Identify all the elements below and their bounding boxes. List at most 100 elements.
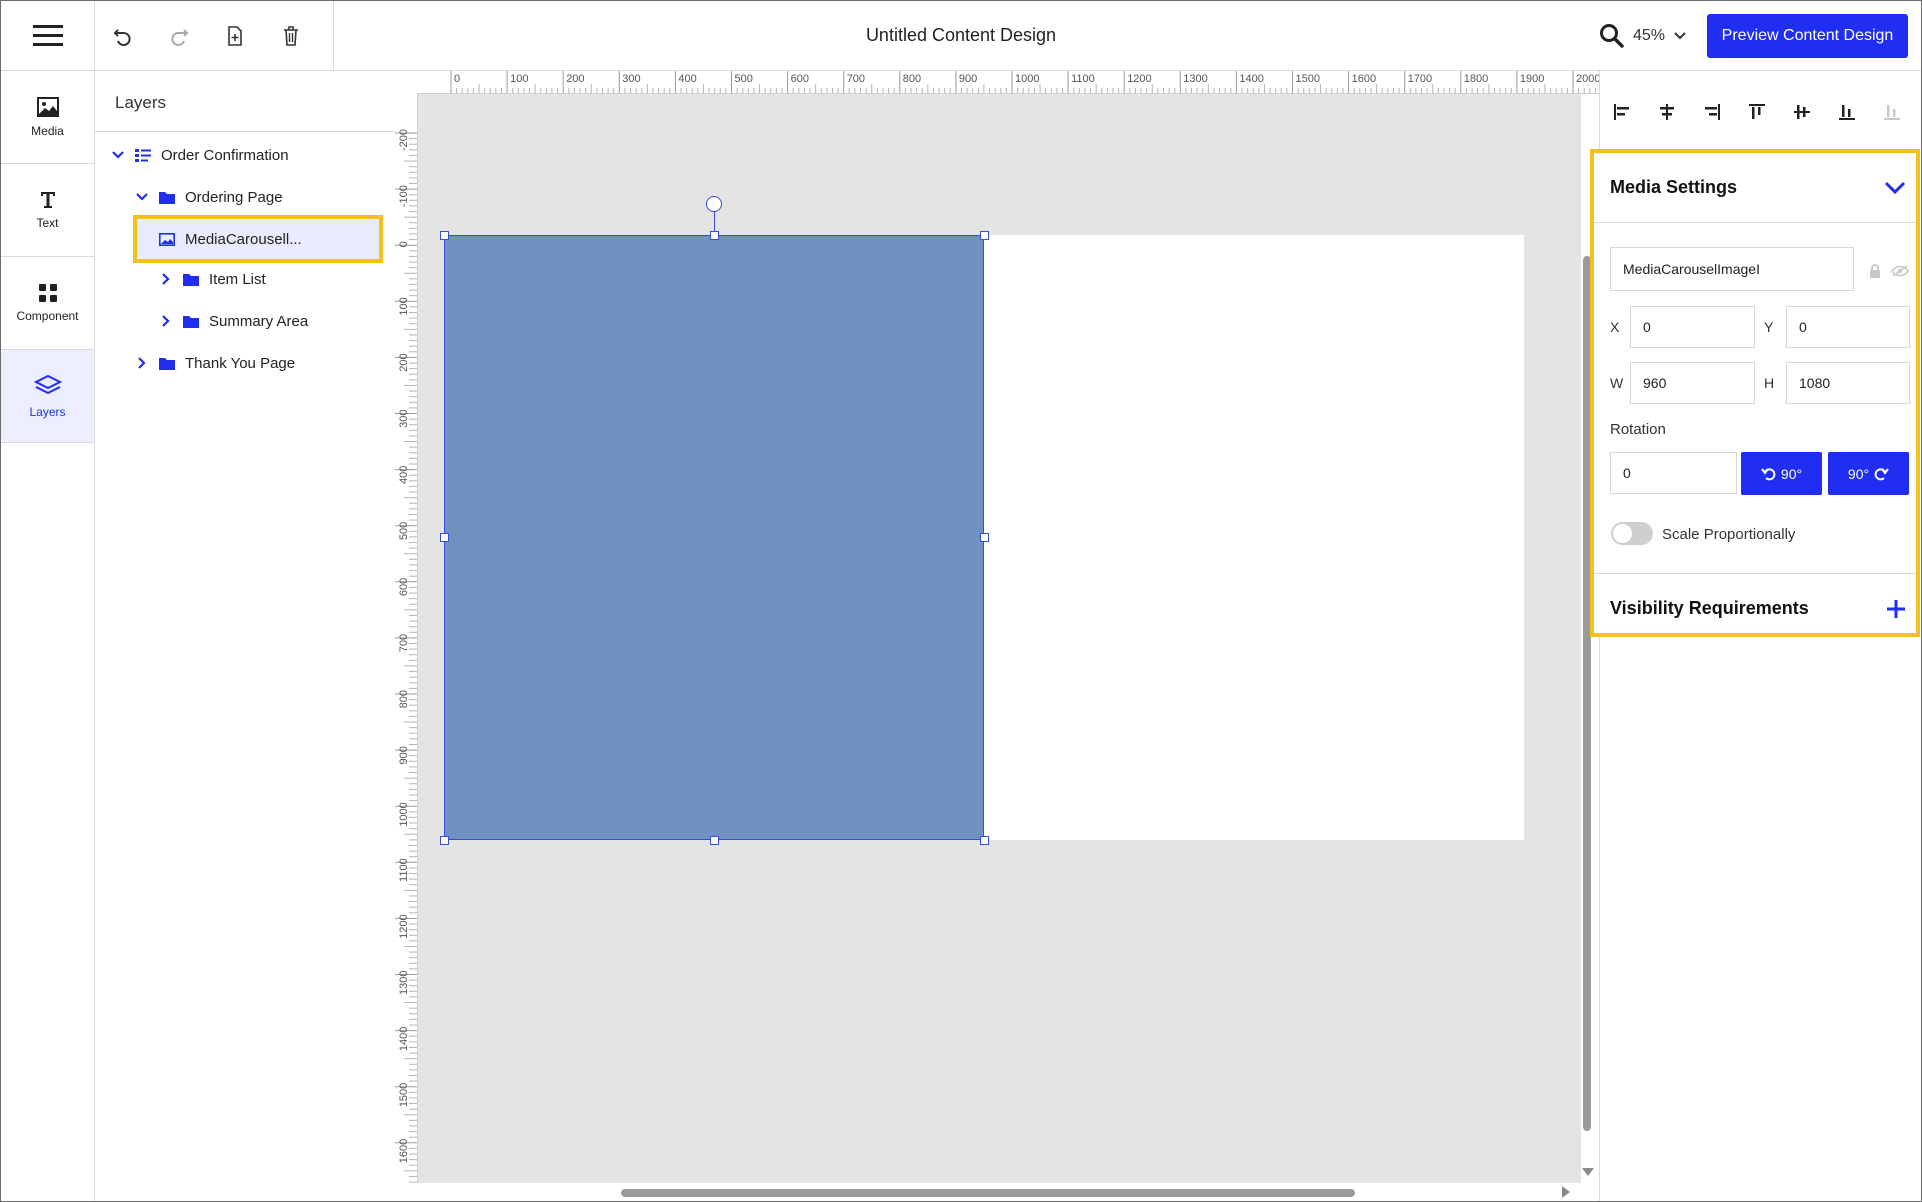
layer-item-thank-you-page[interactable]: Thank You Page <box>135 345 295 381</box>
align-right-button[interactable] <box>1689 97 1734 127</box>
layer-label: Order Confirmation <box>161 146 289 164</box>
text-icon <box>40 192 55 208</box>
x-field[interactable]: 0 <box>1630 306 1755 348</box>
ruler-label: 1100 <box>1071 73 1095 85</box>
rotation-field[interactable]: 0 <box>1610 452 1737 494</box>
preview-button[interactable]: Preview Content Design <box>1707 14 1908 58</box>
chevron-right-icon[interactable] <box>161 314 171 328</box>
divider <box>1594 573 1916 574</box>
y-label: Y <box>1764 319 1774 335</box>
scale-proportionally-toggle[interactable] <box>1611 522 1653 545</box>
layer-item-item-list[interactable]: Item List <box>159 261 266 297</box>
height-field[interactable]: 1080 <box>1786 362 1910 404</box>
chevron-down-icon[interactable] <box>111 150 125 160</box>
ruler-label: 1300 <box>1183 73 1207 85</box>
vertical-scrollbar-thumb[interactable] <box>1583 256 1591 1131</box>
media-carousel-image[interactable] <box>444 235 984 840</box>
chevron-down-icon[interactable] <box>135 192 149 202</box>
menu-button[interactable] <box>1 1 95 70</box>
ruler-label: 1400 <box>398 1027 410 1051</box>
layer-item-media-carousel[interactable]: MediaCarousell... <box>159 221 302 257</box>
redo-button[interactable] <box>151 8 207 64</box>
zoom-control[interactable]: 45% <box>1599 17 1687 55</box>
visibility-eye-icon[interactable] <box>1891 265 1909 277</box>
rail-item-text[interactable]: Text <box>1 164 94 257</box>
horizontal-ruler: 0 100 200 300 400 500 600 700 800 900 1000 1100 1200… <box>417 71 1599 94</box>
rail-item-layers[interactable]: Layers <box>1 350 94 443</box>
layer-label: Ordering Page <box>185 188 283 206</box>
ruler-label: 500 <box>735 73 753 85</box>
layer-item-summary-area[interactable]: Summary Area <box>159 303 308 339</box>
y-field[interactable]: 0 <box>1786 306 1910 348</box>
scroll-right-arrow-icon[interactable] <box>1562 1186 1570 1198</box>
lock-icon[interactable] <box>1869 264 1881 278</box>
zoom-level: 45% <box>1633 27 1666 44</box>
ruler-label: 1200 <box>398 914 410 938</box>
align-center-horizontal-button[interactable] <box>1644 97 1689 127</box>
rail-label-media: Media <box>31 124 64 138</box>
chevron-right-icon[interactable] <box>137 356 147 370</box>
design-canvas[interactable] <box>418 94 1581 1183</box>
resize-handle-left[interactable] <box>440 533 449 542</box>
ruler-label: 600 <box>398 578 410 596</box>
scroll-down-arrow-icon[interactable] <box>1582 1168 1594 1176</box>
ruler-label: 1300 <box>398 971 410 995</box>
align-bottom-button[interactable] <box>1824 97 1869 127</box>
rotation-handle[interactable] <box>706 196 722 212</box>
align-top-button[interactable] <box>1734 97 1779 127</box>
align-left-icon <box>1613 104 1629 120</box>
resize-handle-bottom[interactable] <box>710 836 719 845</box>
distribute-icon <box>1883 105 1900 120</box>
ruler-label: 1900 <box>1520 73 1544 85</box>
width-field[interactable]: 960 <box>1630 362 1755 404</box>
ruler-label: 1000 <box>1015 73 1039 85</box>
rail-item-component[interactable]: Component <box>1 257 94 350</box>
rotate-cw-icon <box>1874 467 1889 480</box>
align-middle-button[interactable] <box>1779 97 1824 127</box>
align-left-button[interactable] <box>1599 97 1644 127</box>
ruler-label: 900 <box>959 73 977 85</box>
resize-handle-bottom-left[interactable] <box>440 836 449 845</box>
resize-handle-top-left[interactable] <box>440 231 449 240</box>
w-label: W <box>1610 375 1624 391</box>
redo-icon <box>171 28 189 46</box>
rail-item-media[interactable]: Media <box>1 71 94 164</box>
rotate-left-button[interactable]: 90° <box>1741 452 1822 495</box>
rotate-right-button[interactable]: 90° <box>1828 452 1909 495</box>
ruler-label: 2000 <box>1576 73 1599 85</box>
horizontal-scrollbar-thumb[interactable] <box>621 1189 1355 1197</box>
ruler-label: 400 <box>398 466 410 484</box>
resize-handle-top[interactable] <box>710 231 719 240</box>
media-settings-panel: Media Settings MediaCarouselImageI X 0 Y… <box>1590 149 1920 637</box>
add-icon[interactable] <box>1886 599 1906 619</box>
chevron-right-icon[interactable] <box>161 272 171 286</box>
ruler-label: 300 <box>622 73 640 85</box>
folder-icon <box>159 191 175 204</box>
resize-handle-top-right[interactable] <box>980 231 989 240</box>
ruler-label: 1700 <box>1408 73 1432 85</box>
new-page-button[interactable] <box>207 8 263 64</box>
layer-item-order-confirmation[interactable]: Order Confirmation <box>111 137 289 173</box>
layer-item-ordering-page[interactable]: Ordering Page <box>135 179 283 215</box>
divider <box>1594 222 1916 223</box>
undo-button[interactable] <box>95 8 151 64</box>
distribute-button[interactable] <box>1869 97 1914 127</box>
resize-handle-right[interactable] <box>980 533 989 542</box>
folder-icon <box>183 273 199 286</box>
rail-label-layers: Layers <box>29 405 66 419</box>
layer-label: MediaCarousell... <box>185 230 302 248</box>
ruler-label: 300 <box>398 410 410 428</box>
collapse-chevron-icon[interactable] <box>1884 181 1906 195</box>
folder-icon <box>159 357 175 370</box>
rotate-right-label: 90° <box>1847 465 1870 482</box>
ruler-label: 1500 <box>398 1083 410 1107</box>
rotate-left-label: 90° <box>1780 465 1803 482</box>
search-icon <box>1600 24 1624 48</box>
layer-name-field[interactable]: MediaCarouselImageI <box>1610 247 1854 291</box>
undo-icon <box>113 28 131 46</box>
ruler-label: 700 <box>847 73 865 85</box>
delete-button[interactable] <box>263 8 319 64</box>
media-settings-title: Media Settings <box>1610 177 1738 197</box>
resize-handle-bottom-right[interactable] <box>980 836 989 845</box>
image-icon <box>159 232 175 246</box>
